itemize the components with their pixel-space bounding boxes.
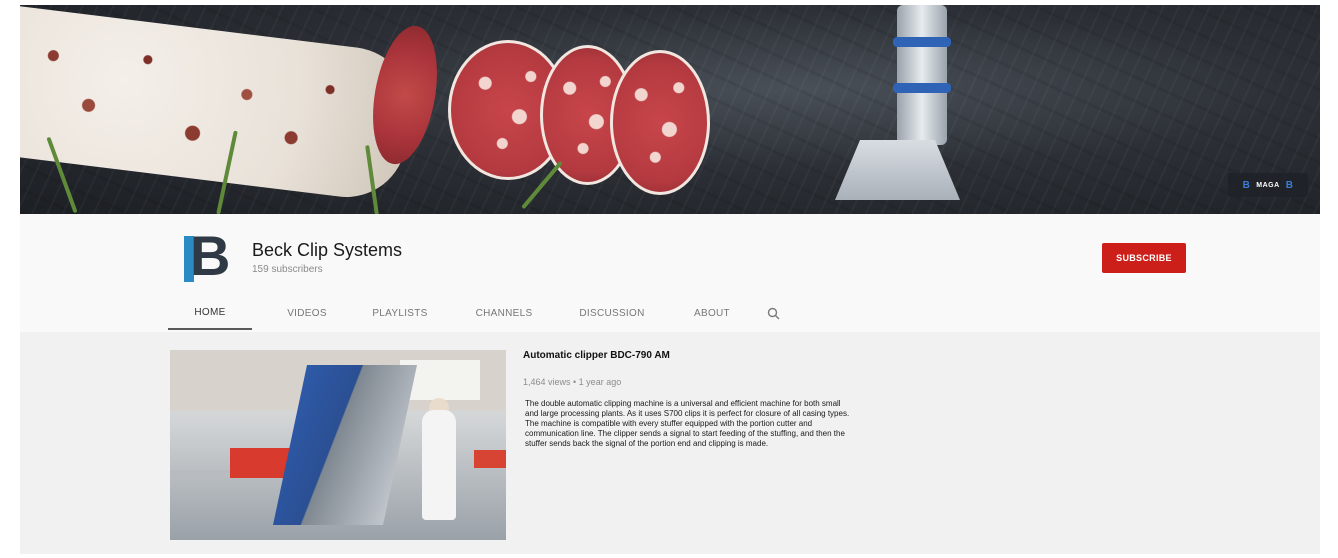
channel-avatar[interactable]: B: [180, 228, 230, 286]
tab-about[interactable]: ABOUT: [666, 296, 758, 330]
avatar-letter-icon: B: [190, 224, 231, 287]
tab-playlists[interactable]: PLAYLISTS: [350, 296, 450, 330]
tab-videos[interactable]: VIDEOS: [264, 296, 350, 330]
tab-discussion[interactable]: DISCUSSION: [558, 296, 666, 330]
search-icon[interactable]: [758, 296, 788, 330]
subscriber-count: 159 subscribers: [252, 264, 323, 275]
featured-video-meta: 1,464 views • 1 year ago: [523, 377, 622, 387]
channel-tabs: HOME VIDEOS PLAYLISTS CHANNELS DISCUSSIO…: [168, 296, 788, 330]
tab-channels[interactable]: CHANNELS: [450, 296, 558, 330]
banner-brand-badge: B MAGA B: [1228, 173, 1308, 197]
channel-name: Beck Clip Systems: [252, 240, 403, 260]
brand-logo-icon: B: [1242, 179, 1251, 191]
banner-badge-text: MAGA: [1256, 181, 1280, 189]
channel-header: B Beck Clip Systems 159 subscribers SUBS…: [20, 214, 1320, 332]
featured-video-thumbnail[interactable]: [170, 350, 506, 540]
channel-banner: B MAGA B: [20, 5, 1320, 214]
featured-video-description: The double automatic clipping machine is…: [525, 399, 850, 448]
banner-salami-slice: [610, 50, 710, 195]
tab-home[interactable]: HOME: [168, 296, 252, 330]
channel-home-content: Automatic clipper BDC-790 AM 1,464 views…: [20, 332, 1320, 554]
subscribe-button[interactable]: SUBSCRIBE: [1102, 243, 1186, 273]
banner-clipper-machine: [835, 5, 960, 210]
brand-logo-icon: B: [1285, 179, 1294, 191]
featured-video-title[interactable]: Automatic clipper BDC-790 AM: [523, 350, 670, 361]
